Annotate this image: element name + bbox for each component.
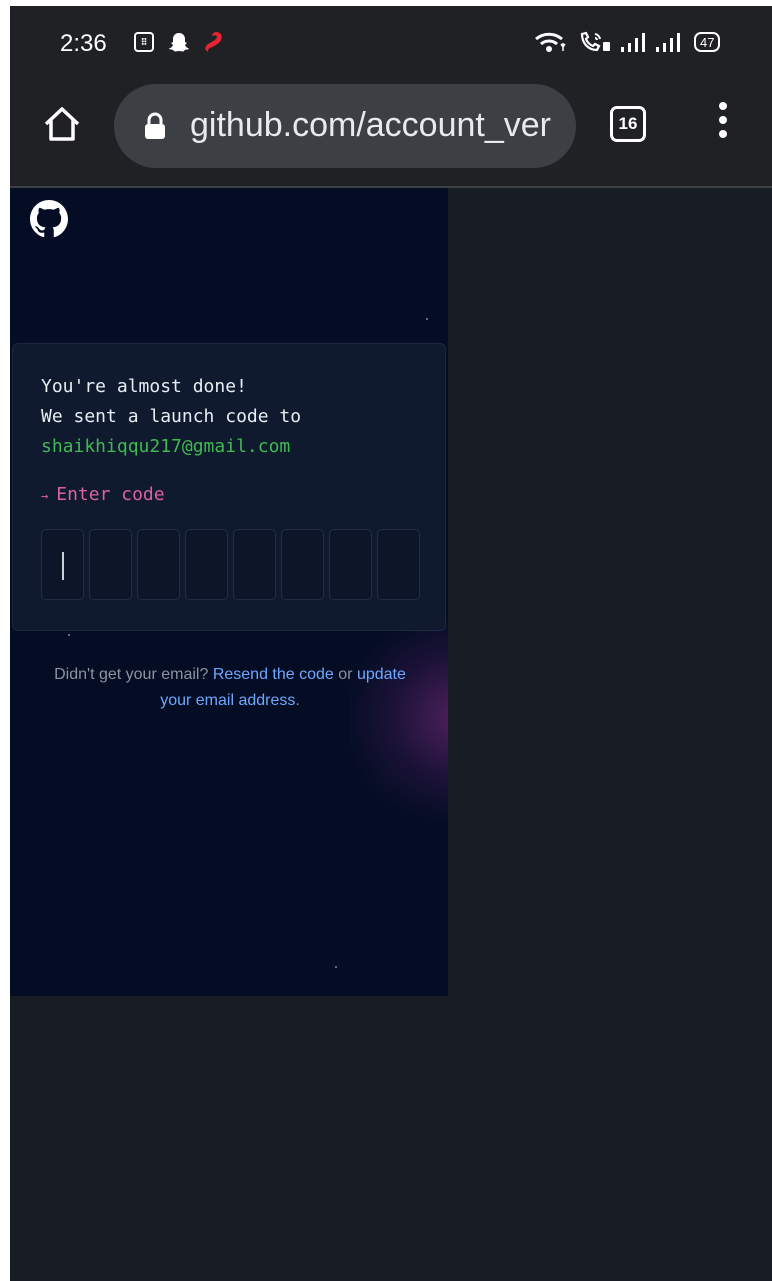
code-digit-input[interactable] [233, 529, 276, 600]
email-address: shaikhiqqu217@gmail.com [41, 436, 291, 457]
code-digit-input[interactable] [329, 529, 372, 600]
code-digit-input[interactable] [377, 529, 420, 600]
code-digit-input[interactable] [89, 529, 132, 600]
github-verification-page: You're almost done! We sent a launch cod… [10, 188, 448, 996]
github-logo-icon[interactable] [30, 200, 68, 238]
wifi-icon [534, 30, 566, 54]
status-time: 2:36 [60, 30, 107, 57]
signal-icon-1 [620, 30, 648, 54]
verification-card: You're almost done! We sent a launch cod… [12, 343, 446, 631]
arrow-right-icon: → [41, 489, 49, 503]
star-dot [426, 318, 428, 320]
code-digit-input[interactable] [137, 529, 180, 600]
battery-level: 47 [694, 32, 721, 52]
phone-screen: 2:36 ⠿ 47 github.com/account_ver 16 You'… [10, 6, 772, 1281]
enter-code-label: Enter code [56, 484, 165, 505]
background-glow [350, 618, 448, 818]
period-text: . [295, 692, 300, 709]
url-text[interactable]: github.com/account_ver [190, 106, 560, 145]
resend-code-link[interactable]: Resend the code [213, 666, 334, 683]
snapchat-icon [168, 30, 190, 54]
url-bar[interactable]: github.com/account_ver [114, 84, 576, 168]
tab-switcher-button[interactable]: 16 [610, 106, 646, 142]
update-email-link-continued[interactable]: your email address [160, 692, 295, 709]
code-digit-input[interactable] [185, 529, 228, 600]
browser-toolbar: github.com/account_ver 16 [10, 76, 772, 188]
lock-icon[interactable] [144, 112, 166, 140]
no-email-text: Didn't get your email? [54, 666, 209, 683]
almost-done-text: You're almost done! [41, 376, 247, 397]
battery-icon: 47 [694, 30, 721, 54]
update-email-link[interactable]: update [357, 666, 406, 683]
star-dot [68, 634, 70, 636]
star-dot [335, 966, 337, 968]
more-menu-icon[interactable] [710, 98, 736, 148]
or-text: or [338, 666, 353, 683]
wifi-calling-icon [578, 30, 612, 54]
enter-code-prompt: → Enter code [41, 484, 165, 505]
code-input-group [41, 529, 420, 600]
airtel-icon [200, 30, 226, 54]
calculator-icon: ⠿ [134, 30, 154, 54]
code-digit-input[interactable] [41, 529, 84, 600]
code-digit-input[interactable] [281, 529, 324, 600]
signal-icon-2 [655, 30, 683, 54]
text-caret [62, 552, 64, 580]
sent-code-text: We sent a launch code to [41, 406, 302, 427]
status-bar: 2:36 ⠿ 47 [10, 6, 772, 76]
resend-help-text: Didn't get your email? Resend the code o… [30, 662, 430, 714]
home-icon[interactable] [40, 102, 84, 146]
